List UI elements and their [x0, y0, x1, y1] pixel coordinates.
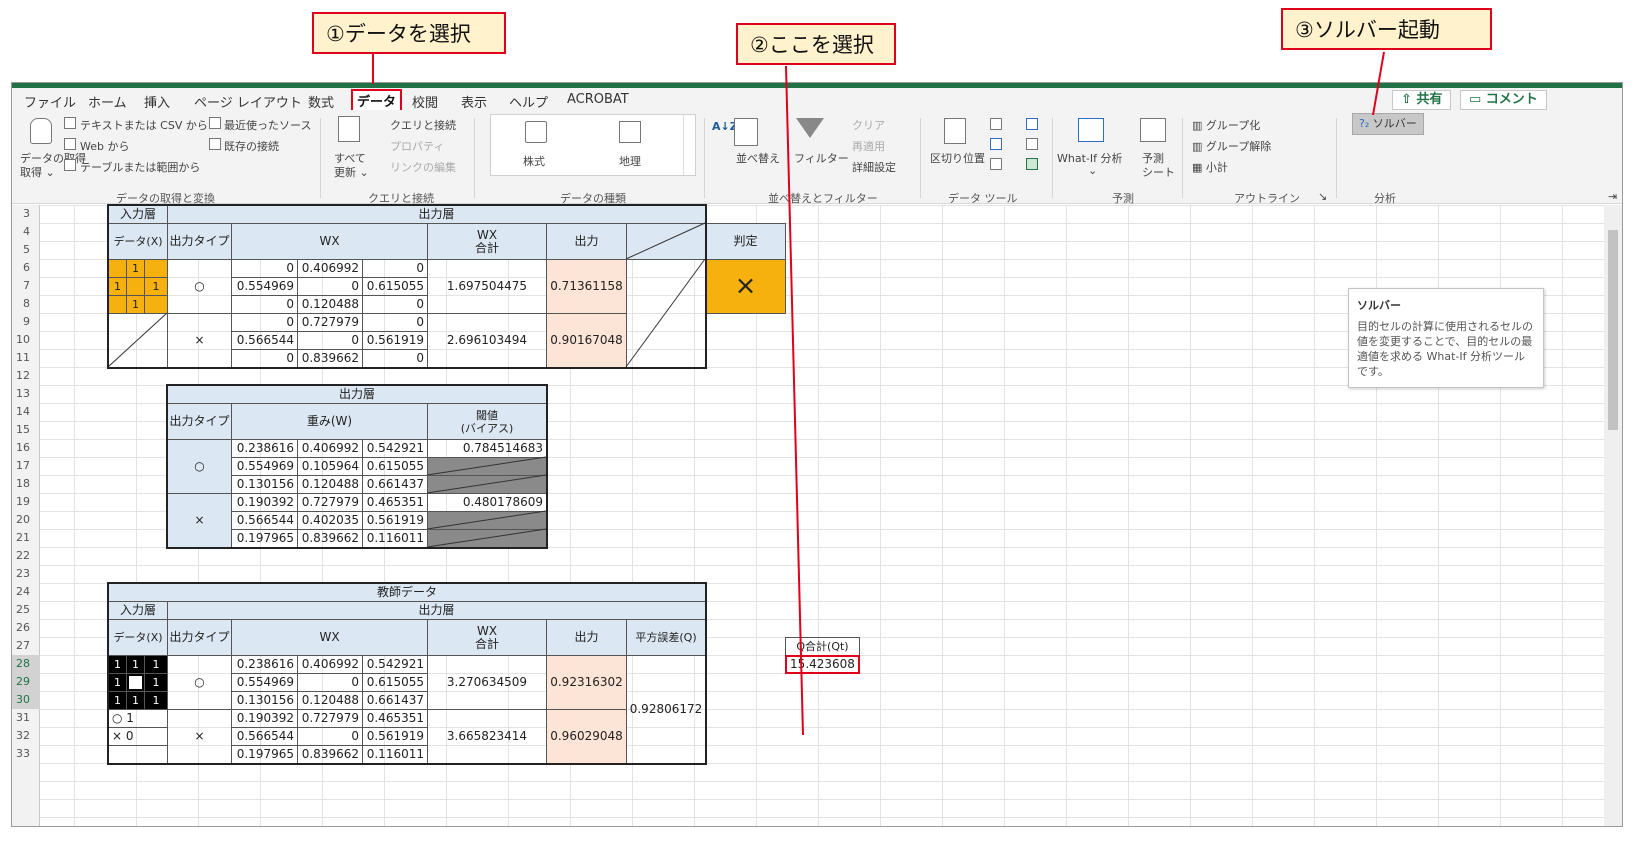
leader-lines: [372, 51, 1385, 736]
leader-line-2: [785, 65, 804, 736]
leader-line-3: [1372, 51, 1385, 116]
